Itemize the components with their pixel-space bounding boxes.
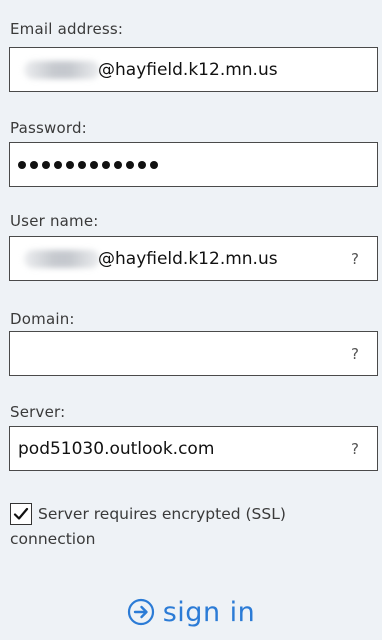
help-icon[interactable]: ? <box>351 332 359 375</box>
password-dot <box>114 160 122 169</box>
password-mask <box>18 143 158 186</box>
password-dot <box>42 160 50 169</box>
email-label: Email address: <box>10 20 124 38</box>
redacted-username-blur <box>24 61 100 79</box>
email-field[interactable]: @hayfield.k12.mn.us <box>9 47 378 92</box>
checkmark-icon <box>13 507 29 520</box>
password-dot <box>54 160 62 169</box>
domain-label: Domain: <box>10 310 75 328</box>
username-value: @hayfield.k12.mn.us <box>98 248 278 269</box>
ssl-checkbox[interactable] <box>10 503 32 525</box>
username-field[interactable]: @hayfield.k12.mn.us ? <box>9 236 378 281</box>
server-label: Server: <box>10 403 66 421</box>
email-value: @hayfield.k12.mn.us <box>98 59 278 80</box>
password-dot <box>18 160 26 169</box>
ssl-checkbox-label: Server requires encrypted (SSL) connecti… <box>10 505 286 548</box>
password-dot <box>126 160 134 169</box>
sign-in-label: sign in <box>162 596 256 628</box>
domain-field[interactable]: ? <box>9 331 378 376</box>
sign-in-button[interactable]: sign in <box>0 590 382 634</box>
server-field[interactable]: pod51030.outlook.com ? <box>9 426 378 471</box>
password-dot <box>78 160 86 169</box>
help-icon[interactable]: ? <box>351 427 359 470</box>
redacted-username-blur <box>24 250 100 268</box>
help-icon[interactable]: ? <box>351 237 359 280</box>
password-dot <box>90 160 98 169</box>
account-settings-form: Email address: @hayfield.k12.mn.us Passw… <box>0 0 382 640</box>
password-dot <box>66 160 74 169</box>
username-label: User name: <box>10 212 99 230</box>
arrow-circle-right-icon <box>127 598 154 626</box>
password-dot <box>150 160 158 169</box>
password-label: Password: <box>10 119 87 137</box>
password-dot <box>102 160 110 169</box>
password-dot <box>30 160 38 169</box>
password-field[interactable] <box>9 142 378 187</box>
password-dot <box>138 160 146 169</box>
server-value: pod51030.outlook.com <box>18 438 215 459</box>
